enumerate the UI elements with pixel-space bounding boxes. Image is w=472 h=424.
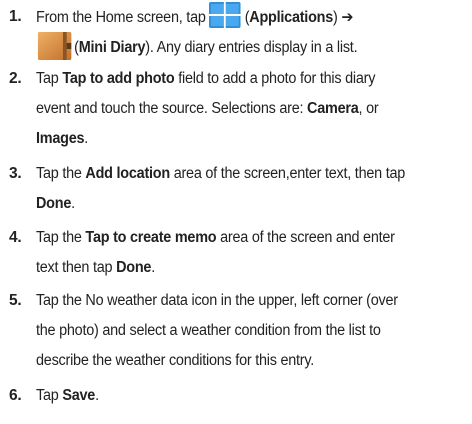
- applications-label: Applications: [249, 9, 334, 26]
- applications-grid-icon: [209, 2, 241, 28]
- step-number: 5.: [9, 292, 22, 309]
- step-text: Tap the Tap to create memo area of the s…: [36, 229, 395, 276]
- mini-diary-label: Mini Diary: [78, 39, 146, 56]
- mini-diary-icon: [37, 32, 72, 60]
- step-text: From the Home screen, tap (Applications)…: [36, 2, 438, 62]
- step-number: 6.: [9, 387, 22, 404]
- step-text: Tap the No weather data icon in the uppe…: [36, 292, 398, 369]
- step-number: 1.: [9, 8, 22, 25]
- step-1-text-end: . Any diary entries display in a list.: [149, 39, 358, 56]
- step-number: 2.: [9, 70, 22, 87]
- step-number: 3.: [9, 165, 22, 182]
- step-number: 4.: [9, 229, 22, 246]
- step-1-text-start: From the Home screen, tap: [36, 9, 206, 26]
- step-text: Tap the Add location area of the screen,…: [36, 165, 406, 212]
- step-text: Tap Tap to add photo field to add a phot…: [36, 70, 379, 147]
- arrow: ➔: [341, 9, 354, 26]
- step-text: Tap Save.: [36, 387, 99, 404]
